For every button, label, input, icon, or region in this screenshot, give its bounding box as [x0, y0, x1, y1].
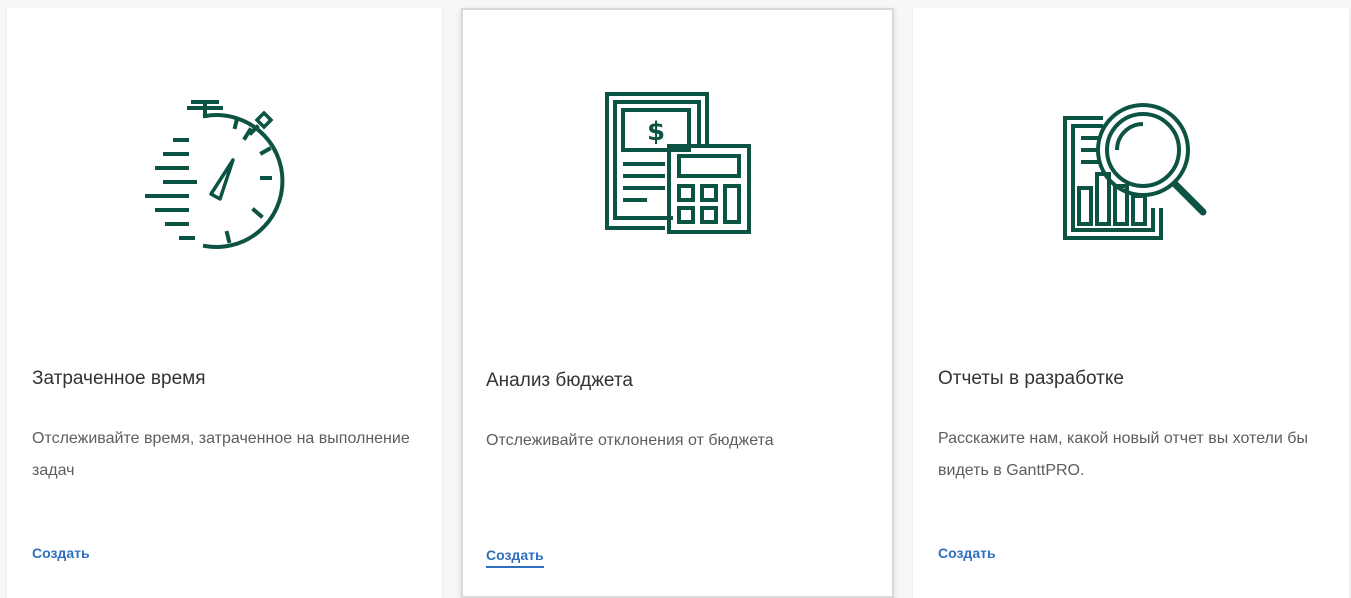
- create-button[interactable]: Создать: [32, 545, 90, 564]
- illustration: [7, 88, 442, 263]
- budget-calculator-icon: $: [604, 92, 751, 234]
- card-description: Расскажите нам, какой новый отчет вы хот…: [938, 430, 1308, 479]
- illustration: $: [463, 90, 892, 265]
- illustration: [913, 88, 1349, 263]
- card-description: Отслеживайте время, затраченное на выпол…: [32, 430, 410, 479]
- card-title: Затраченное время: [32, 368, 206, 389]
- stopwatch-icon: [144, 100, 284, 249]
- svg-text:$: $: [646, 117, 664, 147]
- report-card-reports-in-development[interactable]: Отчеты в разработке Расскажите нам, како…: [913, 8, 1349, 598]
- card-description: Отслеживайте отклонения от бюджета: [486, 432, 774, 449]
- create-button[interactable]: Создать: [486, 547, 544, 568]
- create-button[interactable]: Создать: [938, 545, 996, 564]
- card-title: Отчеты в разработке: [938, 368, 1124, 389]
- report-card-budget-analysis[interactable]: $ Анализ бюджета Отслеживайте отклонения…: [461, 8, 894, 598]
- report-magnifier-icon: [1063, 103, 1207, 240]
- card-title: Анализ бюджета: [486, 370, 633, 391]
- report-cards: Затраченное время Отслеживайте время, за…: [0, 0, 1351, 598]
- report-card-time-spent[interactable]: Затраченное время Отслеживайте время, за…: [7, 8, 442, 598]
